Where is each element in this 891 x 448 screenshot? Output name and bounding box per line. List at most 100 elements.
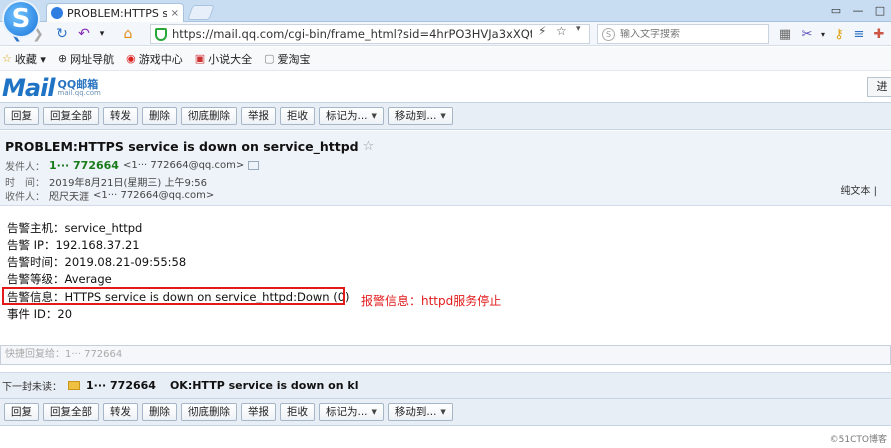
favorites-menu[interactable]: ☆ 收藏 ▾	[2, 51, 46, 67]
report-button[interactable]: 举报	[241, 107, 276, 125]
reply-button[interactable]: 回复	[4, 107, 39, 125]
move-to-dropdown[interactable]: 移动到... ▼	[387, 403, 453, 421]
reject-button[interactable]: 拒收	[280, 403, 315, 421]
to-label: 收件人：	[5, 192, 45, 203]
book-icon: ▣	[194, 52, 206, 65]
fav-label: 游戏中心	[138, 52, 183, 66]
qq-mail-logo[interactable]: Mail QQ邮箱 mail.qq.com	[2, 74, 101, 102]
body-line-event-id: 事件 ID：20	[7, 307, 73, 321]
from-address: <1··· 772664@qq.com>	[122, 160, 245, 171]
report-button[interactable]: 举报	[241, 403, 276, 421]
grid-icon[interactable]: ▦	[776, 25, 794, 43]
from-label: 发件人：	[5, 162, 45, 173]
caret-down-icon: ▼	[440, 112, 446, 120]
mail-header-info: PROBLEM:HTTPS service is down on service…	[0, 131, 891, 206]
search-field[interactable]: S	[597, 24, 769, 44]
minimize-window-button[interactable]: —	[847, 0, 869, 20]
url-field[interactable]: https://mail.qq.com/cgi-bin/frame_html?s…	[150, 24, 590, 44]
to-address: <1··· 772664@qq.com>	[93, 190, 215, 201]
fav-item-nav[interactable]: ⊕ 网址导航	[58, 51, 114, 67]
star-icon: ☆	[2, 52, 12, 65]
mail-logo-sub: QQ邮箱 mail.qq.com	[57, 78, 101, 98]
mark-as-dropdown[interactable]: 标记为... ▼	[319, 107, 384, 125]
mail-subject-text: PROBLEM:HTTPS service is down on service…	[5, 139, 359, 154]
mark-as-label: 标记为...	[326, 406, 368, 418]
delete-button[interactable]: 删除	[142, 403, 177, 421]
body-line-host: 告警主机：service_httpd	[7, 221, 143, 235]
mark-as-dropdown[interactable]: 标记为... ▼	[319, 403, 384, 421]
bolt-icon[interactable]: ⚡	[538, 24, 546, 38]
to-name[interactable]: 咫尺天涯	[49, 188, 89, 203]
url-text: https://mail.qq.com/cgi-bin/frame_html?s…	[172, 27, 532, 41]
next-unread-bar[interactable]: 下一封未读： 1··· 772664 OK:HTTP service is do…	[0, 372, 891, 398]
refresh-icon[interactable]: ↻	[52, 25, 72, 43]
fav-item-novels[interactable]: ▣ 小说大全	[195, 51, 252, 67]
tab-close-icon[interactable]: ×	[171, 8, 179, 19]
fav-item-games[interactable]: ◉ 游戏中心	[126, 51, 183, 67]
mail-logo-en: mail.qq.com	[57, 89, 101, 98]
enter-button[interactable]: 进	[867, 77, 891, 97]
game-icon: ◉	[126, 52, 136, 65]
page-icon: ▢	[264, 52, 275, 65]
delete-permanently-button[interactable]: 彻底删除	[181, 403, 237, 421]
quick-reply-input[interactable]: 快捷回复给：1··· 772664	[0, 345, 891, 365]
url-dropdown-icon[interactable]: ▾	[576, 24, 581, 34]
caret-down-icon: ▼	[440, 408, 446, 416]
to-row: 收件人： 咫尺天涯 <1··· 772664@qq.com>	[5, 188, 214, 203]
browser-tab[interactable]: PROBLEM:HTTPS servic ×	[46, 3, 184, 22]
qq-mail-favicon-icon	[51, 7, 63, 19]
caret-down-icon: ▼	[371, 112, 377, 120]
reply-all-button[interactable]: 回复全部	[43, 403, 99, 421]
delete-button[interactable]: 删除	[142, 107, 177, 125]
reply-button[interactable]: 回复	[4, 403, 39, 421]
reply-all-button[interactable]: 回复全部	[43, 107, 99, 125]
maximize-window-button[interactable]: □	[869, 0, 891, 20]
mail-toolbar-top: 回复 回复全部 转发 删除 彻底删除 举报 拒收 标记为... ▼ 移动到... ▼	[0, 102, 891, 130]
next-unread-sender: 1··· 772664	[86, 379, 156, 392]
fav-label: 网址导航	[70, 52, 115, 66]
home-icon[interactable]: ⌂	[118, 25, 138, 43]
search-engine-icon: S	[602, 27, 615, 41]
browser-logo-icon[interactable]: S	[4, 2, 38, 36]
tab-title: PROBLEM:HTTPS servic	[67, 6, 167, 20]
undo-icon[interactable]: ↶	[74, 25, 94, 43]
favorites-bar: ☆ 收藏 ▾ ⊕ 网址导航 ◉ 游戏中心 ▣ 小说大全 ▢ 爱淘宝	[0, 47, 891, 71]
key-icon[interactable]: ⚷	[830, 25, 848, 43]
from-row: 发件人： 1··· 772664 <1··· 772664@qq.com>	[5, 158, 260, 173]
undo-dropdown-icon[interactable]: ▾	[92, 25, 112, 43]
envelope-icon	[68, 381, 80, 390]
move-to-label: 移动到...	[394, 406, 437, 418]
plaintext-link[interactable]: 纯文本 |	[840, 182, 877, 197]
contact-card-icon[interactable]	[248, 161, 260, 170]
caret-down-icon: ▼	[371, 408, 377, 416]
time-row: 时 间： 2019年8月21日(星期三) 上午9:56	[5, 174, 207, 189]
new-tab-button[interactable]	[187, 5, 215, 20]
fav-item-taobao[interactable]: ▢ 爱淘宝	[264, 51, 310, 67]
restore-window-button[interactable]: ▭	[825, 0, 847, 20]
fav-label: 收藏 ▾	[14, 52, 46, 66]
move-to-dropdown[interactable]: 移动到... ▼	[387, 107, 453, 125]
search-input[interactable]	[620, 28, 760, 40]
body-line-ip: 告警 IP：192.168.37.21	[7, 238, 140, 252]
browser-tab-strip: S PROBLEM:HTTPS servic × ▭ — □	[0, 0, 891, 36]
forward-mail-button[interactable]: 转发	[103, 403, 138, 421]
window-controls: ▭ — □	[825, 0, 891, 20]
bookmark-star-icon[interactable]: ☆	[556, 24, 567, 38]
forward-mail-button[interactable]: 转发	[103, 107, 138, 125]
address-bar-row: ❮ ❯ ↻ ↶ ▾ ⌂ https://mail.qq.com/cgi-bin/…	[0, 22, 891, 46]
time-label: 时 间：	[5, 178, 45, 189]
extension-icon[interactable]: ✚	[870, 25, 888, 43]
menu-icon[interactable]: ≡	[850, 25, 868, 43]
next-unread-label: 下一封未读：	[2, 382, 62, 393]
mail-toolbar-bottom: 回复 回复全部 转发 删除 彻底删除 举报 拒收 标记为... ▼ 移动到... ▼	[0, 398, 891, 426]
delete-permanently-button[interactable]: 彻底删除	[181, 107, 237, 125]
shield-icon	[155, 27, 167, 41]
next-unread-subject[interactable]: OK:HTTP service is down on kl	[170, 379, 359, 392]
reject-button[interactable]: 拒收	[280, 107, 315, 125]
annotation-text: 报警信息：httpd服务停止	[361, 294, 502, 308]
from-name[interactable]: 1··· 772664	[49, 159, 119, 172]
move-to-label: 移动到...	[394, 110, 437, 122]
highlight-box	[2, 287, 345, 305]
time-value: 2019年8月21日(星期三) 上午9:56	[49, 178, 207, 189]
star-mark-icon[interactable]: ☆	[363, 139, 375, 154]
